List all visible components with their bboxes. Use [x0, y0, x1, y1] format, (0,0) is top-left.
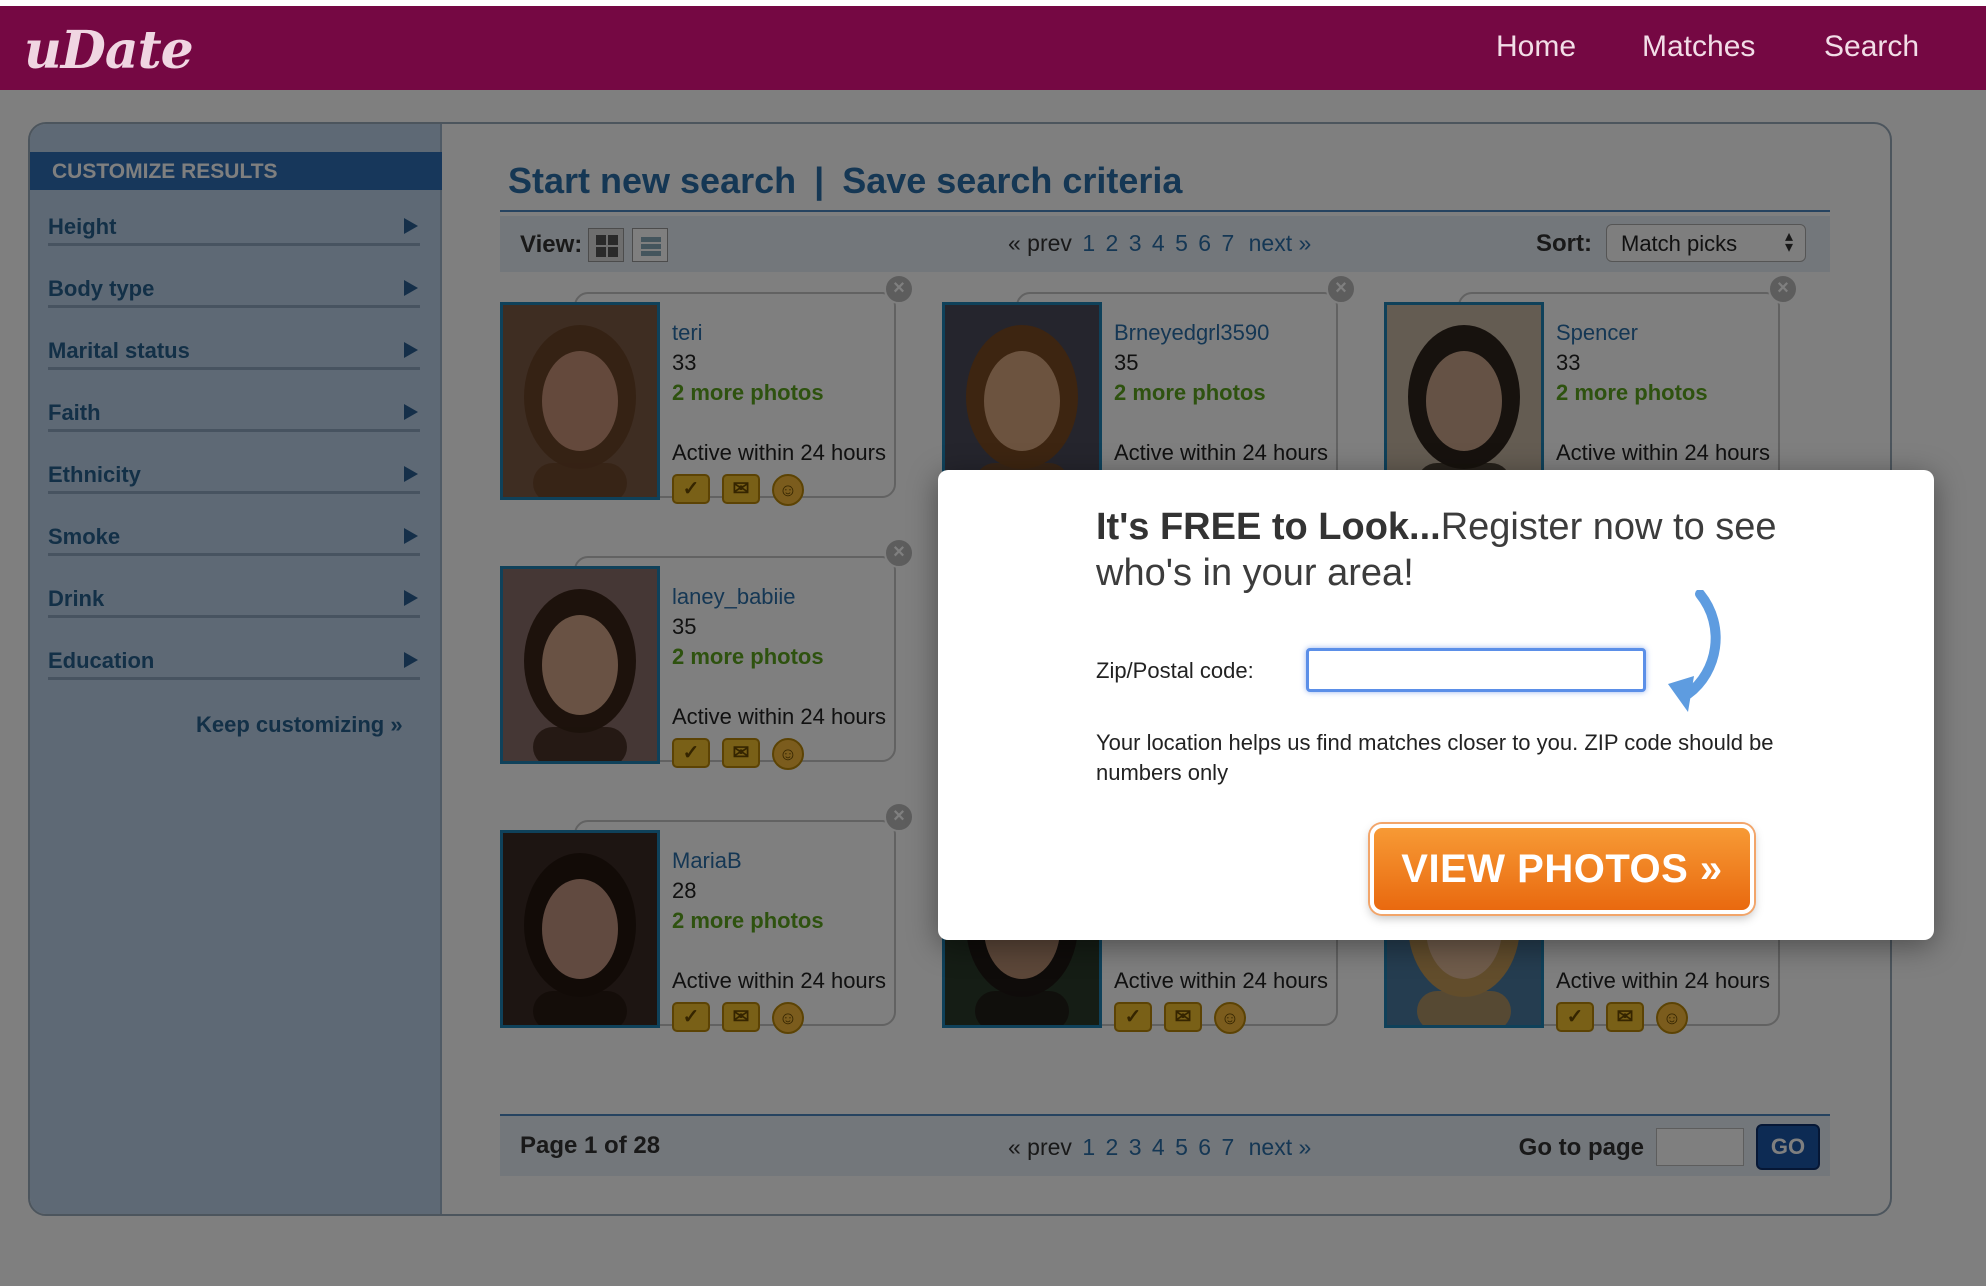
view-photos-button[interactable]: VIEW PHOTOS » [1370, 824, 1754, 914]
udate-logo[interactable]: uDate [24, 20, 194, 81]
modal-headline: It's FREE to Look...Register now to see … [1096, 504, 1796, 596]
top-navigation-bar: uDate Home Matches Search [0, 6, 1986, 90]
page: uDate Home Matches Search CUSTOMIZE RESU… [0, 0, 1986, 1286]
nav-matches[interactable]: Matches [1642, 30, 1755, 64]
register-modal: It's FREE to Look...Register now to see … [938, 470, 1934, 940]
nav-home[interactable]: Home [1496, 30, 1576, 64]
headline-bold: It's FREE to Look... [1096, 506, 1441, 548]
curved-arrow-icon [1668, 590, 1721, 712]
zip-postal-input[interactable] [1306, 648, 1646, 692]
zip-label: Zip/Postal code: [1096, 658, 1254, 683]
location-note: Your location helps us find matches clos… [1096, 730, 1774, 785]
nav-search[interactable]: Search [1824, 30, 1919, 64]
